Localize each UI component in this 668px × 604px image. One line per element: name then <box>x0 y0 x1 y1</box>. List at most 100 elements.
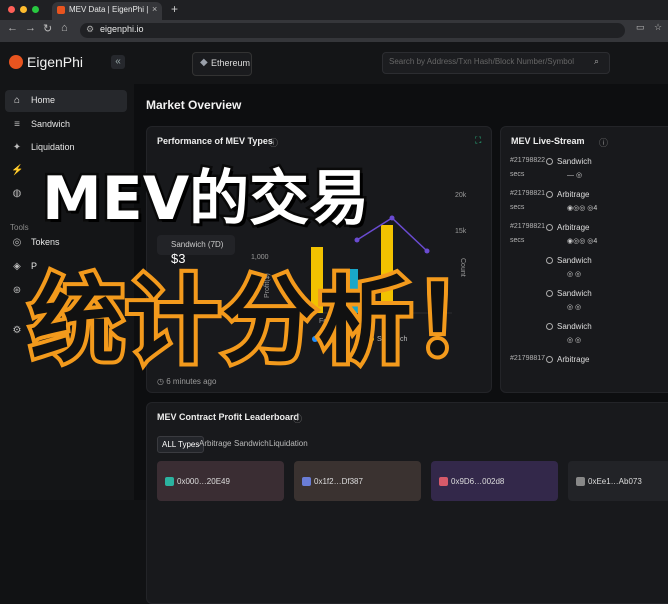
live-stream-card: MEV Live-Stream ⓘ #21798822 secs Sandwich —… <box>500 126 668 393</box>
home-browser-icon[interactable]: ⌂ <box>61 22 68 34</box>
explore-icon: ⊛ <box>12 285 22 296</box>
block-number[interactable]: #21798817 <box>510 355 545 362</box>
contract-card[interactable]: 0x1f2…Df387 <box>294 461 421 501</box>
live-stream-list: #21798822 secs Sandwich — ◎ #21798821 secs Arb… <box>501 127 668 392</box>
timeline-dot <box>546 224 553 231</box>
flash-icon: ⚡ <box>11 165 24 176</box>
leaderboard-title: MEV Contract Profit Leaderboard <box>157 412 300 422</box>
address-bar: ← → ↻ ⌂ ⚙ eigenphi.io ▭ ☆ <box>0 20 668 43</box>
y2-tick-label: 15k <box>455 228 467 235</box>
contract-chip-icon <box>165 477 174 486</box>
tab-sandwich[interactable]: Sandwich <box>234 439 269 448</box>
close-window-button[interactable] <box>8 6 15 13</box>
overlay-headline-line1: MEV的交易 <box>39 162 371 237</box>
mev-type-label[interactable]: Sandwich <box>557 322 592 331</box>
sandwich-icon: ≡ <box>14 119 20 130</box>
app-header: EigenPhi « ◆ Ethereum Search by Address/… <box>0 42 668 85</box>
search-icon[interactable]: ⌕ <box>594 56 599 67</box>
mev-type-label[interactable]: Sandwich <box>557 256 592 265</box>
contract-chip-icon <box>302 477 311 486</box>
back-icon[interactable]: ← <box>7 22 18 34</box>
timeline-dot <box>546 290 553 297</box>
tab-arbitrage[interactable]: Arbitrage <box>199 439 231 448</box>
timeline-dot <box>546 323 553 330</box>
settings-icon: ⚙ <box>12 325 22 336</box>
browser-tab-bar: MEV Data | EigenPhi | Wisdo × + <box>0 0 668 20</box>
pool-icon: ◈ <box>13 261 21 272</box>
site-info-icon[interactable]: ⚙ <box>86 24 94 35</box>
tab-title: MEV Data | EigenPhi | Wisdo <box>69 5 149 14</box>
mev-type-label[interactable]: Sandwich <box>557 289 592 298</box>
contract-address: 0xEe1…Ab073 <box>588 477 642 486</box>
reload-icon[interactable]: ↻ <box>43 22 52 35</box>
block-number[interactable]: #21798821 <box>510 223 545 230</box>
chain-select[interactable]: ◆ Ethereum <box>192 52 252 76</box>
contract-chip-icon <box>576 477 585 486</box>
url-text: eigenphi.io <box>100 24 144 34</box>
favicon-icon <box>57 6 65 14</box>
timeline-dot <box>546 257 553 264</box>
contract-address: 0x9D6…002d8 <box>451 477 505 486</box>
block-age: secs <box>510 204 525 211</box>
sidebar-item-label: Home <box>31 95 56 105</box>
ethereum-icon: ◆ <box>200 57 208 68</box>
tab-close-icon[interactable]: × <box>152 4 157 14</box>
leaderboard-card: MEV Contract Profit Leaderboard ⓘ ALL Ty… <box>146 402 668 604</box>
minimize-window-button[interactable] <box>20 6 27 13</box>
search-placeholder: Search by Address/Txn Hash/Block Number/… <box>389 57 574 66</box>
sidebar-item-label: Sandwich <box>31 119 71 129</box>
mev-type-label[interactable]: Arbitrage <box>557 190 589 199</box>
logo-text[interactable]: EigenPhi <box>27 54 83 70</box>
chart-point[interactable] <box>389 215 395 221</box>
expand-icon[interactable]: ⛶ <box>475 135 481 146</box>
search-input[interactable]: Search by Address/Txn Hash/Block Number/… <box>382 52 610 74</box>
timeline-dot <box>546 191 553 198</box>
token-tags: ◎ ◎ <box>567 337 582 344</box>
tab-all-types[interactable]: ALL Types <box>157 436 205 453</box>
mev-type-label[interactable]: Arbitrage <box>557 355 589 364</box>
token-tags: ◉◎◎ ◎4 <box>567 205 598 212</box>
mev-type-label[interactable]: Arbitrage <box>557 223 589 232</box>
collapse-sidebar-icon[interactable]: « <box>111 55 125 69</box>
cast-icon[interactable]: ▭ <box>636 22 645 33</box>
contract-address: 0x000…20E49 <box>177 477 230 486</box>
globe-icon: ◍ <box>12 188 22 199</box>
logo-icon <box>9 55 23 69</box>
block-age: secs <box>510 237 525 244</box>
y2-tick-label: 20k <box>455 192 467 199</box>
maximize-window-button[interactable] <box>32 6 39 13</box>
tools-heading: Tools <box>10 223 29 232</box>
token-tags: ◎ ◎ <box>567 271 582 278</box>
contract-card[interactable]: 0x000…20E49 <box>157 461 284 501</box>
tokens-icon: ◎ <box>12 237 22 248</box>
new-tab-icon[interactable]: + <box>171 2 178 16</box>
forward-icon[interactable]: → <box>25 22 36 34</box>
contract-card[interactable]: 0x9D6…002d8 <box>431 461 558 501</box>
liquidation-icon: ✦ <box>12 142 22 153</box>
bookmark-star-icon[interactable]: ☆ <box>654 22 662 33</box>
page-title: Market Overview <box>146 98 242 112</box>
sidebar-item-sandwich[interactable]: ≡ Sandwich <box>5 114 127 136</box>
info-icon[interactable]: ⓘ <box>293 412 302 425</box>
block-number[interactable]: #21798821 <box>510 190 545 197</box>
chain-label: Ethereum <box>211 58 251 68</box>
sidebar-item-home[interactable]: ⌂ Home <box>5 90 127 112</box>
token-tags: ◎ ◎ <box>567 304 582 311</box>
contract-chip-icon <box>439 477 448 486</box>
browser-tab[interactable]: MEV Data | EigenPhi | Wisdo × <box>52 2 162 20</box>
tab-liquidation[interactable]: Liquidation <box>269 439 308 448</box>
home-icon: ⌂ <box>13 95 21 106</box>
timeline-dot <box>546 356 553 363</box>
contract-address: 0x1f2…Df387 <box>314 477 363 486</box>
info-icon[interactable]: ⓘ <box>269 136 278 149</box>
mev-type-label[interactable]: Sandwich <box>557 157 592 166</box>
performance-title: Performance of MEV Types <box>157 136 273 146</box>
chart-point[interactable] <box>354 237 360 243</box>
token-tags: — ◎ <box>567 172 583 179</box>
contract-card[interactable]: 0xEe1…Ab073 <box>568 461 668 501</box>
block-age: secs <box>510 171 525 178</box>
token-tags: ◉◎◎ ◎4 <box>567 238 598 245</box>
url-field[interactable]: ⚙ eigenphi.io <box>80 23 625 38</box>
timeline-dot <box>546 158 553 165</box>
block-number[interactable]: #21798822 <box>510 157 545 164</box>
